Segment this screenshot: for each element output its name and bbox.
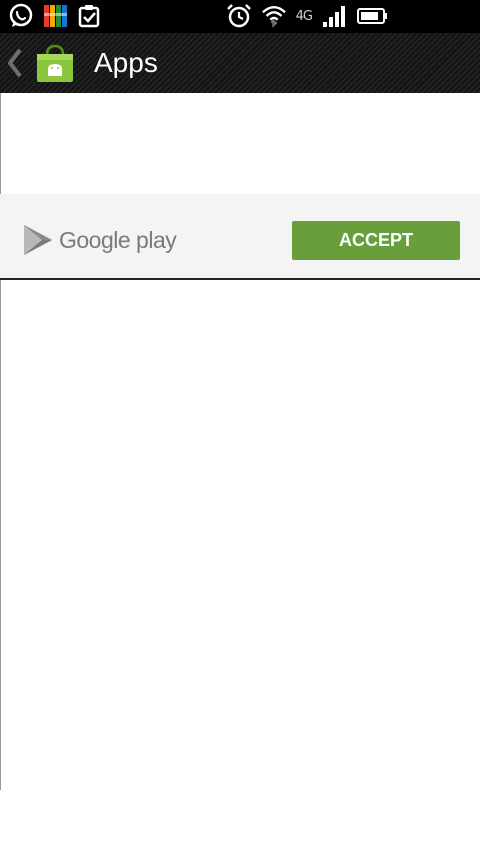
play-triangle-icon: [24, 225, 52, 255]
whatsapp-icon: [8, 3, 34, 29]
action-bar: Apps: [0, 33, 480, 93]
system-icons: 4G: [226, 3, 388, 29]
task-clipboard-icon: [76, 3, 102, 29]
status-bar: 4G: [0, 0, 480, 33]
page-title: Apps: [94, 47, 158, 78]
google-play-logo-text: Google play: [59, 226, 177, 253]
google-play-banner: Google play ACCEPT: [0, 194, 480, 280]
notification-icons: [8, 3, 102, 29]
avg-antivirus-icon: [42, 3, 68, 29]
wifi-icon: [261, 3, 287, 29]
alarm-clock-icon: [226, 3, 252, 29]
shopping-bag-android-icon[interactable]: [34, 43, 76, 83]
signal-bars-icon: [321, 3, 347, 29]
accept-button[interactable]: ACCEPT: [292, 221, 460, 260]
network-type-label: 4G: [295, 8, 313, 24]
battery-icon: [356, 3, 388, 29]
google-play-logo: Google play: [22, 223, 177, 257]
chevron-left-icon[interactable]: [5, 47, 25, 79]
